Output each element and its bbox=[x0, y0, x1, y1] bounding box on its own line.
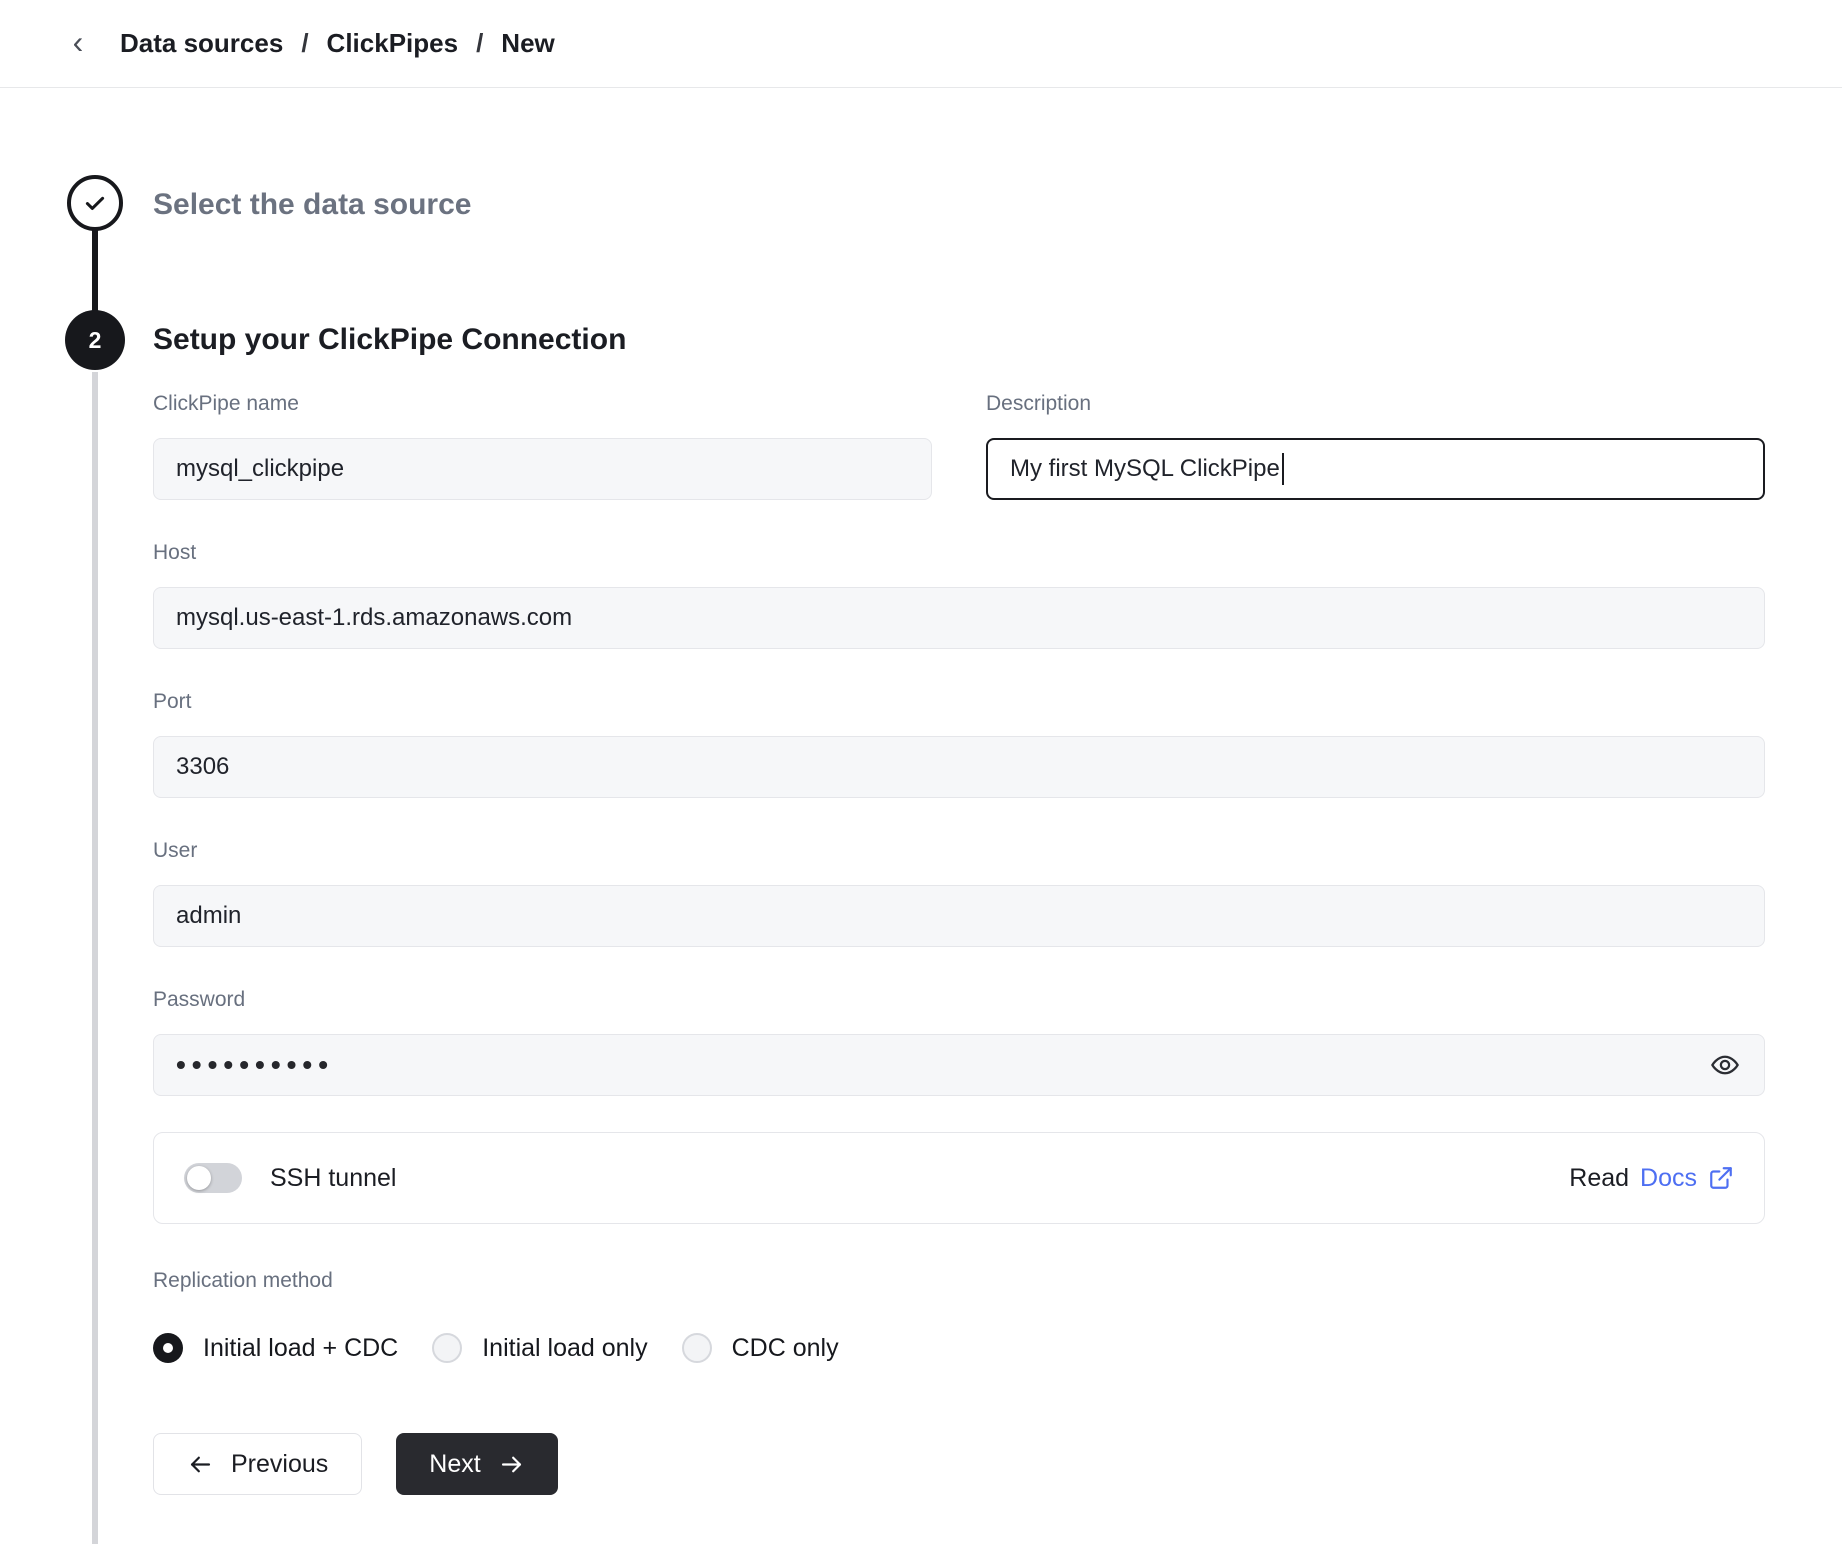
user-input[interactable] bbox=[153, 885, 1765, 947]
docs-link[interactable]: Docs bbox=[1640, 1164, 1697, 1193]
user-field-group: User bbox=[153, 838, 1765, 947]
breadcrumb-item-data-sources[interactable]: Data sources bbox=[120, 28, 283, 59]
previous-button-label: Previous bbox=[231, 1450, 328, 1479]
replication-method-options: Initial load + CDC Initial load only CDC… bbox=[153, 1333, 1765, 1363]
password-field-group: Password bbox=[153, 987, 1765, 1096]
ssh-tunnel-control: SSH tunnel bbox=[184, 1163, 396, 1193]
password-input[interactable] bbox=[153, 1034, 1765, 1096]
host-input[interactable] bbox=[153, 587, 1765, 649]
back-button[interactable]: ‹ bbox=[58, 24, 98, 64]
breadcrumb-separator: / bbox=[301, 28, 308, 59]
radio-label: Initial load + CDC bbox=[203, 1334, 398, 1363]
radio-unselected-icon bbox=[432, 1333, 462, 1363]
password-input-wrapper bbox=[153, 1034, 1765, 1096]
clickpipe-name-input[interactable] bbox=[153, 438, 932, 500]
description-label: Description bbox=[986, 391, 1765, 416]
name-description-row: ClickPipe name Description My first MySQ… bbox=[153, 391, 1765, 500]
breadcrumb: Data sources / ClickPipes / New bbox=[120, 28, 555, 59]
arrow-left-icon bbox=[187, 1451, 214, 1478]
description-field-group: Description My first MySQL ClickPipe bbox=[986, 391, 1765, 500]
step-1-indicator bbox=[67, 175, 123, 231]
check-icon bbox=[81, 189, 109, 217]
next-button[interactable]: Next bbox=[396, 1433, 557, 1495]
description-value: My first MySQL ClickPipe bbox=[1010, 455, 1280, 483]
arrow-right-icon bbox=[498, 1451, 525, 1478]
port-field-group: Port bbox=[153, 689, 1765, 798]
host-field-group: Host bbox=[153, 540, 1765, 649]
top-bar: ‹ Data sources / ClickPipes / New bbox=[0, 0, 1842, 88]
step-2-number: 2 bbox=[89, 327, 102, 354]
form-actions: Previous Next bbox=[153, 1433, 1765, 1495]
eye-icon bbox=[1709, 1049, 1741, 1081]
stepper-connector-pending bbox=[92, 372, 98, 1544]
host-label: Host bbox=[153, 540, 1765, 565]
read-docs: Read Docs bbox=[1569, 1164, 1734, 1193]
step-2-title: Setup your ClickPipe Connection bbox=[153, 321, 1765, 359]
read-docs-text: Read bbox=[1569, 1164, 1629, 1193]
toggle-password-visibility-button[interactable] bbox=[1703, 1043, 1747, 1087]
radio-label: CDC only bbox=[732, 1334, 839, 1363]
stepper-connector-complete bbox=[92, 228, 98, 312]
description-input[interactable]: My first MySQL ClickPipe bbox=[986, 438, 1765, 500]
port-label: Port bbox=[153, 689, 1765, 714]
radio-label: Initial load only bbox=[482, 1334, 647, 1363]
clickpipe-name-field-group: ClickPipe name bbox=[153, 391, 932, 500]
main-content: Select the data source Setup your ClickP… bbox=[0, 88, 1842, 1495]
breadcrumb-item-new: New bbox=[501, 28, 554, 59]
clickpipe-name-label: ClickPipe name bbox=[153, 391, 932, 416]
radio-cdc-only[interactable]: CDC only bbox=[682, 1333, 839, 1363]
replication-method-label: Replication method bbox=[153, 1268, 1765, 1293]
step-2-indicator: 2 bbox=[65, 310, 125, 370]
external-link-icon[interactable] bbox=[1708, 1165, 1734, 1191]
text-cursor bbox=[1282, 453, 1284, 485]
radio-initial-load-only[interactable]: Initial load only bbox=[432, 1333, 647, 1363]
chevron-left-icon: ‹ bbox=[73, 26, 84, 58]
ssh-tunnel-toggle[interactable] bbox=[184, 1163, 242, 1193]
radio-selected-icon bbox=[153, 1333, 183, 1363]
ssh-tunnel-label: SSH tunnel bbox=[270, 1164, 396, 1193]
ssh-tunnel-card: SSH tunnel Read Docs bbox=[153, 1132, 1765, 1224]
user-label: User bbox=[153, 838, 1765, 863]
toggle-knob bbox=[187, 1166, 211, 1190]
radio-unselected-icon bbox=[682, 1333, 712, 1363]
password-label: Password bbox=[153, 987, 1765, 1012]
next-button-label: Next bbox=[429, 1450, 480, 1479]
radio-initial-load-cdc[interactable]: Initial load + CDC bbox=[153, 1333, 398, 1363]
breadcrumb-item-clickpipes[interactable]: ClickPipes bbox=[327, 28, 459, 59]
breadcrumb-separator: / bbox=[476, 28, 483, 59]
port-input[interactable] bbox=[153, 736, 1765, 798]
step-1-title: Select the data source bbox=[153, 88, 1765, 224]
previous-button[interactable]: Previous bbox=[153, 1433, 362, 1495]
